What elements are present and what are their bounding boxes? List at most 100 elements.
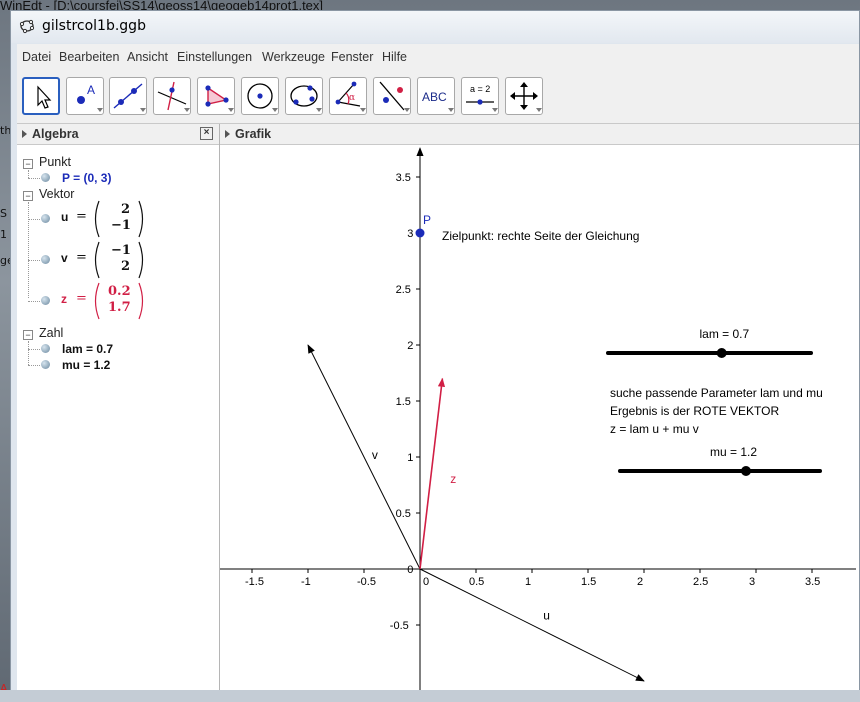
group-punkt-label: Punkt <box>39 155 71 169</box>
vector-v <box>307 344 421 570</box>
vector-u <box>419 568 645 682</box>
background-taskbar <box>0 690 860 702</box>
y-tick-label: 0.5 <box>396 508 411 520</box>
point-icon: A <box>77 83 103 112</box>
menu-ansicht[interactable]: Ansicht <box>127 50 168 64</box>
tree-line <box>28 178 40 179</box>
visibility-toggle-icon[interactable] <box>41 296 50 305</box>
graphics-labels: u v z P Zielpunkt: rechte Seite der Gleichun… <box>372 213 823 622</box>
algebra-view: Algebra × − Punkt P = (0, 3) − Vektor u … <box>17 124 220 702</box>
vector-component: 1.7 <box>108 300 131 315</box>
move-graphics-view-icon <box>510 82 542 112</box>
equals-sign: = <box>76 209 87 224</box>
menu-bar: Datei Bearbeiten Ansicht Einstellungen W… <box>17 44 859 70</box>
menu-datei[interactable]: Datei <box>22 50 51 64</box>
graphics-canvas[interactable]: -1.5 -1 -0.5 0 0.5 1 1.5 2 2.5 3 3.5 -0.5 0 0.5 1 1.5 2 2… <box>220 124 859 702</box>
vector-component: 2 <box>121 259 131 274</box>
vector-name: u <box>61 210 69 224</box>
vector-component: 2 <box>121 202 131 217</box>
collapse-punkt-icon[interactable]: − <box>23 159 33 169</box>
number-mu-entry[interactable]: mu = 1.2 <box>62 358 110 372</box>
algebra-header: Algebra × <box>17 124 219 145</box>
x-tick-label: 3 <box>749 576 755 588</box>
visibility-toggle-icon[interactable] <box>41 255 50 264</box>
collapse-arrow-icon[interactable] <box>22 130 27 138</box>
svg-text:a = 2: a = 2 <box>470 84 490 94</box>
conic-tool-button[interactable] <box>285 77 323 115</box>
menu-einstellungen[interactable]: Einstellungen <box>177 50 252 64</box>
y-tick-label: 2.5 <box>396 284 411 296</box>
vectors <box>307 344 645 682</box>
equals-sign: = <box>76 291 87 306</box>
window-title: gilstrcol1b.ggb <box>42 18 146 34</box>
perpendicular-tool-button[interactable] <box>153 77 191 115</box>
y-tick-label: 1.5 <box>396 396 411 408</box>
polygon-icon <box>205 85 234 112</box>
tree-line <box>28 341 29 365</box>
geogebra-window: gilstrcol1b.ggb Datei Bearbeiten Ansicht… <box>10 10 860 702</box>
tree-line <box>28 202 29 298</box>
collapse-vektor-icon[interactable]: − <box>23 191 33 201</box>
title-bar[interactable]: gilstrcol1b.ggb <box>11 11 859 43</box>
y-tick-label: 3 <box>407 228 413 240</box>
svg-text:A: A <box>87 83 95 97</box>
menu-bearbeiten[interactable]: Bearbeiten <box>59 50 119 64</box>
circle-tool-button[interactable] <box>241 77 279 115</box>
background-fragment: 1 <box>0 228 7 241</box>
x-tick-label: 3.5 <box>805 576 820 588</box>
annotation-zielpunkt: Zielpunkt: rechte Seite der Gleichung <box>442 229 639 243</box>
menu-hilfe[interactable]: Hilfe <box>382 50 407 64</box>
app-content: Datei Bearbeiten Ansicht Einstellungen W… <box>17 44 859 702</box>
line-tool-button[interactable] <box>109 77 147 115</box>
slider-mu-knob[interactable] <box>741 466 751 476</box>
close-icon[interactable]: × <box>200 127 213 140</box>
text-tool-button[interactable]: ABC <box>417 77 455 115</box>
point-P-entry[interactable]: P = (0, 3) <box>62 171 111 185</box>
tree-line <box>28 365 40 366</box>
vector-component: −1 <box>111 218 131 233</box>
vector-v-label: v <box>372 448 378 462</box>
tree-line <box>28 170 29 178</box>
text-icon: ABC <box>422 90 454 112</box>
visibility-toggle-icon[interactable] <box>41 214 50 223</box>
number-lam-entry[interactable]: lam = 0.7 <box>62 342 113 356</box>
vector-component: 0.2 <box>108 284 131 299</box>
reflect-tool-button[interactable] <box>373 77 411 115</box>
instruction-text: suche passende Parameter lam und mu <box>610 386 823 400</box>
toolbar: A α ABC a = 2 <box>17 70 859 124</box>
menu-werkzeuge[interactable]: Werkzeuge <box>262 50 325 64</box>
menu-fenster[interactable]: Fenster <box>331 50 373 64</box>
geogebra-logo-icon <box>19 19 35 34</box>
polygon-tool-button[interactable] <box>197 77 235 115</box>
perpendicular-line-icon <box>157 81 190 112</box>
tree-line <box>28 301 40 302</box>
collapse-zahl-icon[interactable]: − <box>23 330 33 340</box>
vector-z-label: z <box>450 472 456 486</box>
visibility-toggle-icon[interactable] <box>41 344 50 353</box>
y-tick-label: 2 <box>407 340 413 352</box>
tree-line <box>28 219 40 220</box>
visibility-toggle-icon[interactable] <box>41 173 50 182</box>
angle-tool-button[interactable]: α <box>329 77 367 115</box>
conic-section-icon <box>290 85 322 112</box>
equals-sign: = <box>76 250 87 265</box>
point-tool-button[interactable]: A <box>66 77 104 115</box>
cursor-arrow-icon <box>37 85 52 109</box>
x-tick-label: -1.5 <box>245 576 264 588</box>
x-tick-label: -1 <box>301 576 311 588</box>
x-tick-label: 2.5 <box>693 576 708 588</box>
slider-tool-button[interactable]: a = 2 <box>461 77 499 115</box>
algebra-title: Algebra <box>32 127 79 141</box>
move-view-tool-button[interactable] <box>505 77 543 115</box>
vector-component: −1 <box>111 243 131 258</box>
graphics-view[interactable]: Grafik -1.5 -1 -0.5 0 0.5 1 1.5 2 2.5 3 3.5 -0.5 0 0.… <box>220 124 859 702</box>
tree-line <box>28 349 40 350</box>
slider-lam-knob[interactable] <box>716 348 727 358</box>
visibility-toggle-icon[interactable] <box>41 360 50 369</box>
y-tick-label: 0 <box>407 564 413 576</box>
x-tick-label: 2 <box>637 576 643 588</box>
instruction-text: z = lam u + mu v <box>610 422 699 436</box>
y-tick-label: -0.5 <box>390 620 409 632</box>
svg-text:α: α <box>349 93 355 103</box>
move-tool-button[interactable] <box>22 77 60 115</box>
